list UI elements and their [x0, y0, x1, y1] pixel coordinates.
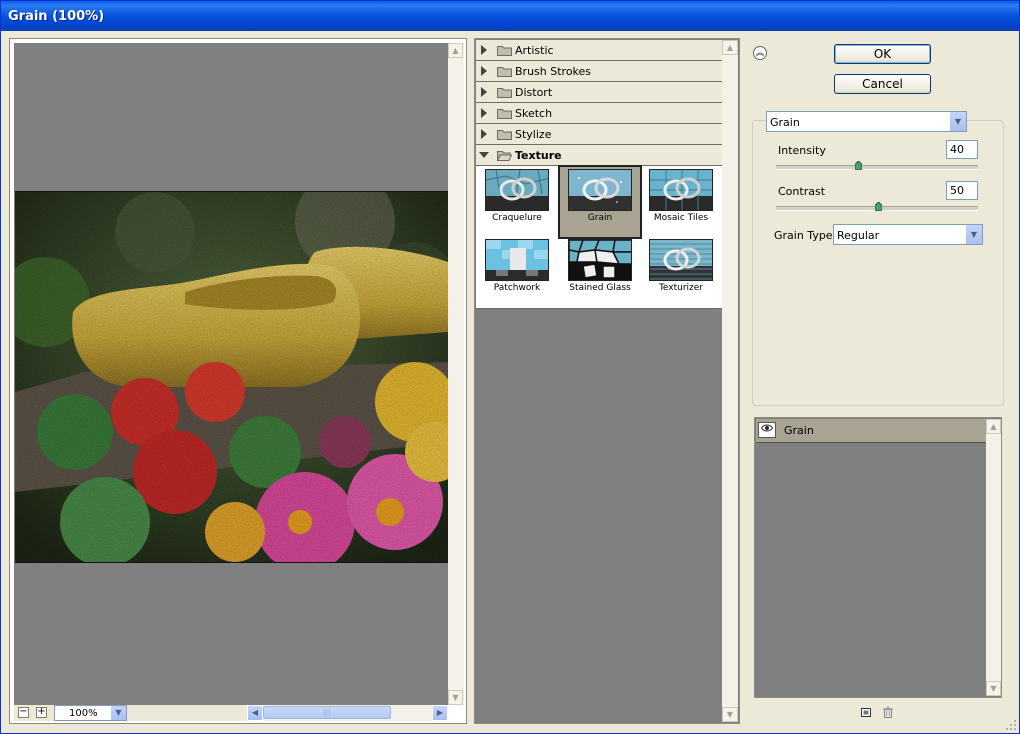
filter-thumb-label: Craquelure	[492, 213, 542, 223]
preview-horizontal-scrollbar[interactable]: ◀ ||| ▶	[247, 705, 448, 721]
photo-clogs-flowers	[15, 192, 448, 562]
filter-thumb-texturizer[interactable]: Texturizer	[641, 237, 721, 307]
expand-triangle-icon[interactable]	[481, 87, 487, 97]
filter-settings-panel	[752, 120, 1004, 406]
filter-thumb-label: Patchwork	[493, 283, 541, 293]
preview-zoom-bar: − + 100% ▼ ◀ ||| ▶	[14, 705, 448, 721]
category-label: Artistic	[515, 44, 554, 57]
zoom-out-button[interactable]: −	[18, 707, 29, 718]
new-effect-layer-icon[interactable]	[860, 706, 872, 718]
zoom-in-button[interactable]: +	[36, 707, 47, 718]
category-label: Sketch	[515, 107, 553, 120]
title-bar[interactable]: Grain (100%)	[1, 1, 1019, 31]
contrast-label: Contrast	[778, 185, 826, 198]
folder-icon	[497, 130, 512, 140]
filter-gallery-dialog: Grain (100%) ▲ ▼ − + 100% ▼ ◀ ||| ▶ Arti…	[0, 0, 1020, 734]
filter-thumb-label: Texturizer	[658, 283, 704, 293]
preview-image	[15, 191, 448, 563]
window-title: Grain (100%)	[8, 9, 105, 24]
category-sketch[interactable]: Sketch	[476, 103, 722, 124]
expand-triangle-icon[interactable]	[481, 45, 487, 55]
double-chevron-up-icon[interactable]: ︽	[753, 46, 767, 60]
intensity-input[interactable]: 40	[946, 140, 978, 159]
scroll-up-button[interactable]: ▲	[986, 419, 1001, 434]
scroll-up-button[interactable]: ▲	[722, 40, 738, 55]
scroll-down-button[interactable]: ▼	[986, 681, 1001, 696]
expand-triangle-icon[interactable]	[481, 129, 487, 139]
chevron-down-icon[interactable]: ▼	[110, 706, 126, 720]
category-label: Distort	[515, 86, 553, 99]
chevron-down-icon[interactable]: ▼	[965, 225, 982, 244]
filter-thumb-label: Grain	[587, 213, 613, 223]
effect-layer-label: Grain	[784, 424, 814, 437]
scroll-thumb[interactable]: |||	[263, 706, 391, 719]
zoom-select[interactable]: 100% ▼	[54, 705, 127, 721]
contrast-slider-thumb[interactable]	[875, 202, 882, 211]
filter-thumb-craquelure[interactable]: Craquelure	[477, 167, 557, 237]
category-distort[interactable]: Distort	[476, 82, 722, 103]
trash-icon[interactable]	[882, 706, 894, 718]
category-label: Brush Strokes	[515, 65, 592, 78]
stained-glass-thumbnail	[568, 239, 632, 281]
texture-thumbnails: Craquelure Grain Mosaic Tiles Patchwork …	[476, 165, 722, 309]
filter-select[interactable]: Grain ▼	[766, 111, 967, 132]
ok-button[interactable]: OK	[834, 44, 931, 64]
zoom-value: 100%	[69, 708, 98, 719]
effect-layer-row[interactable]: Grain	[756, 419, 986, 443]
gallery-vertical-scrollbar[interactable]: ▲ ▼	[722, 40, 738, 722]
grain-type-label: Grain Type:	[774, 229, 837, 242]
intensity-slider-thumb[interactable]	[855, 161, 862, 170]
category-list: Artistic Brush Strokes Distort Sketch St	[476, 40, 722, 309]
folder-icon	[497, 67, 512, 77]
filter-thumb-grain[interactable]: Grain	[558, 165, 642, 239]
scroll-left-button[interactable]: ◀	[247, 705, 263, 721]
filter-thumb-stained-glass[interactable]: Stained Glass	[560, 237, 640, 307]
category-artistic[interactable]: Artistic	[476, 40, 722, 61]
filter-thumb-label: Stained Glass	[569, 283, 631, 293]
layers-vertical-scrollbar[interactable]: ▲ ▼	[986, 419, 1001, 696]
contrast-input[interactable]: 50	[946, 181, 978, 200]
grain-type-select[interactable]: Regular ▼	[833, 224, 983, 245]
grain-thumbnail	[568, 169, 632, 211]
scroll-up-button[interactable]: ▲	[448, 43, 463, 58]
category-stylize[interactable]: Stylize	[476, 124, 722, 145]
filter-thumb-label: Mosaic Tiles	[653, 213, 709, 223]
intensity-slider-track[interactable]	[776, 165, 978, 170]
texturizer-thumbnail	[649, 239, 713, 281]
folder-icon	[497, 109, 512, 119]
resize-grip-icon[interactable]	[1005, 719, 1017, 731]
scroll-down-button[interactable]: ▼	[722, 707, 738, 722]
cancel-button[interactable]: Cancel	[834, 74, 931, 94]
folder-icon	[497, 88, 512, 98]
scroll-down-button[interactable]: ▼	[448, 690, 463, 705]
category-texture[interactable]: Texture	[476, 145, 722, 166]
mosaic-tiles-thumbnail	[649, 169, 713, 211]
category-label: Stylize	[515, 128, 552, 141]
filter-thumb-mosaic-tiles[interactable]: Mosaic Tiles	[641, 167, 721, 237]
expand-triangle-icon[interactable]	[481, 108, 487, 118]
filter-thumb-patchwork[interactable]: Patchwork	[477, 237, 557, 307]
grain-type-value: Regular	[837, 229, 880, 242]
expand-triangle-icon[interactable]	[481, 66, 487, 76]
filter-gallery: Artistic Brush Strokes Distort Sketch St	[474, 38, 740, 724]
category-brush-strokes[interactable]: Brush Strokes	[476, 61, 722, 82]
intensity-label: Intensity	[778, 144, 826, 157]
open-folder-icon	[497, 151, 512, 161]
filter-select-value: Grain	[770, 116, 800, 129]
patchwork-thumbnail	[485, 239, 549, 281]
effect-layers-panel: Grain ▲ ▼	[754, 417, 1002, 698]
preview-vertical-scrollbar[interactable]: ▲ ▼	[448, 43, 464, 705]
eye-icon[interactable]	[758, 422, 776, 438]
craquelure-thumbnail	[485, 169, 549, 211]
scroll-right-button[interactable]: ▶	[432, 705, 448, 721]
preview-panel: ▲ ▼ − + 100% ▼ ◀ ||| ▶	[9, 38, 467, 724]
chevron-down-icon[interactable]: ▼	[949, 112, 966, 131]
preview-canvas[interactable]	[14, 43, 448, 705]
collapse-triangle-icon[interactable]	[479, 152, 489, 158]
category-label: Texture	[515, 149, 562, 162]
folder-icon	[497, 46, 512, 56]
